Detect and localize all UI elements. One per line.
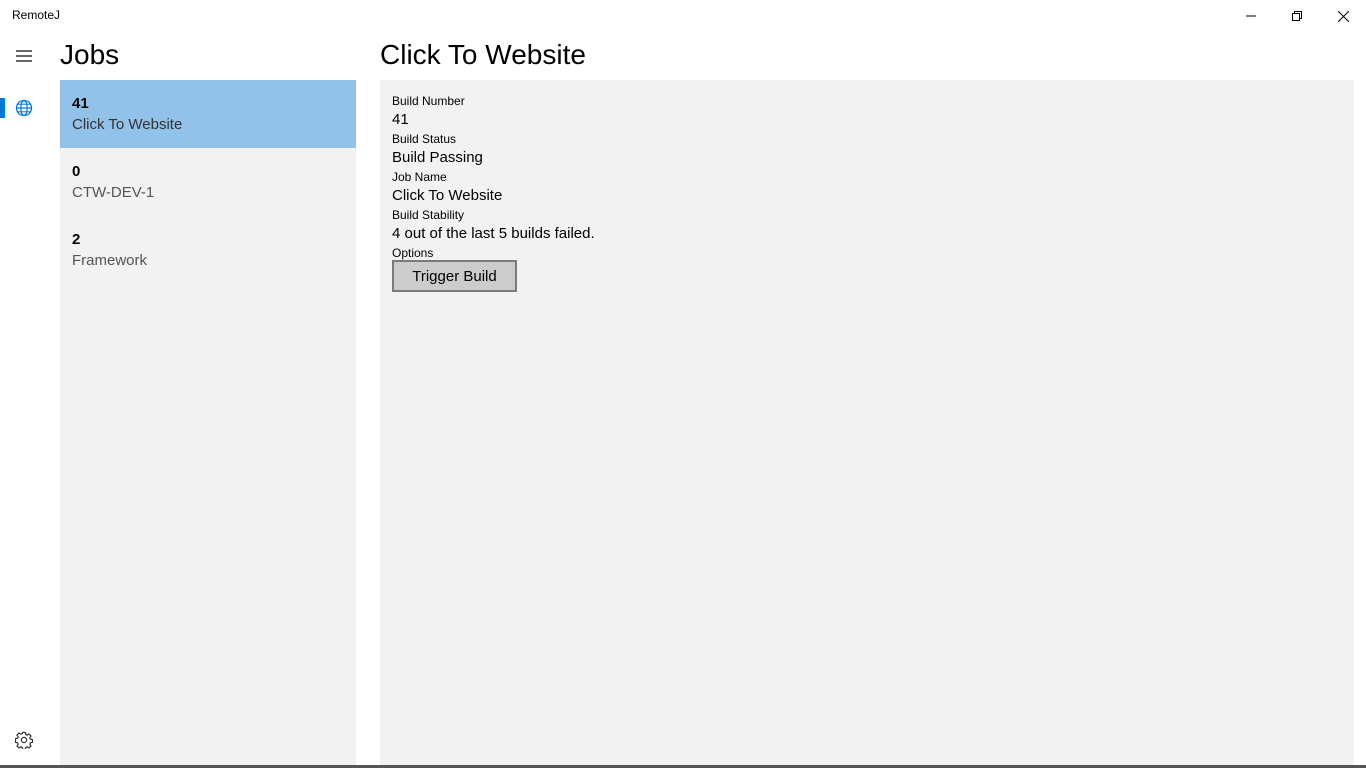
job-build-number: 0	[72, 163, 81, 180]
minimize-button[interactable]	[1228, 0, 1274, 32]
navigation-rail	[0, 32, 48, 768]
build-number-label: Build Number	[392, 94, 465, 108]
build-number-value: 41	[392, 111, 409, 128]
job-list-item[interactable]: 41 Click To Website	[60, 80, 356, 148]
job-name: CTW-DEV-1	[72, 184, 155, 201]
close-button[interactable]	[1320, 0, 1366, 32]
build-status-value: Build Passing	[392, 149, 483, 166]
job-build-number: 2	[72, 231, 81, 248]
trigger-build-button[interactable]: Trigger Build	[392, 260, 517, 292]
build-status-label: Build Status	[392, 132, 457, 146]
jobs-heading: Jobs	[60, 39, 120, 70]
restore-icon	[1292, 11, 1302, 21]
title-bar: RemoteJ	[0, 0, 1366, 32]
restore-button[interactable]	[1274, 0, 1320, 32]
job-name-value: Click To Website	[392, 187, 503, 204]
job-build-number: 41	[72, 95, 89, 112]
jobs-list: 41 Click To Website 0 CTW-DEV-1 2 Framew…	[60, 80, 356, 768]
gear-icon	[15, 731, 33, 749]
job-name-label: Job Name	[392, 170, 447, 184]
nav-item-jobs[interactable]	[0, 92, 48, 124]
settings-button[interactable]	[0, 726, 48, 754]
job-detail-panel: Build Number 41 Build Status Build Passi…	[380, 80, 1354, 768]
job-detail-title: Click To Website	[380, 39, 586, 70]
options-label: Options	[392, 246, 434, 260]
job-list-item[interactable]: 2 Framework	[60, 216, 356, 284]
app-title: RemoteJ	[12, 8, 61, 22]
job-list-item[interactable]: 0 CTW-DEV-1	[60, 148, 356, 216]
build-stability-label: Build Stability	[392, 208, 465, 222]
minimize-icon	[1246, 15, 1256, 17]
hamburger-icon	[16, 50, 32, 62]
job-name: Click To Website	[72, 116, 183, 133]
build-stability-value: 4 out of the last 5 builds failed.	[392, 225, 595, 242]
globe-icon	[15, 99, 33, 117]
close-icon	[1337, 10, 1349, 22]
job-name: Framework	[72, 252, 148, 269]
hamburger-menu-button[interactable]	[8, 42, 40, 70]
